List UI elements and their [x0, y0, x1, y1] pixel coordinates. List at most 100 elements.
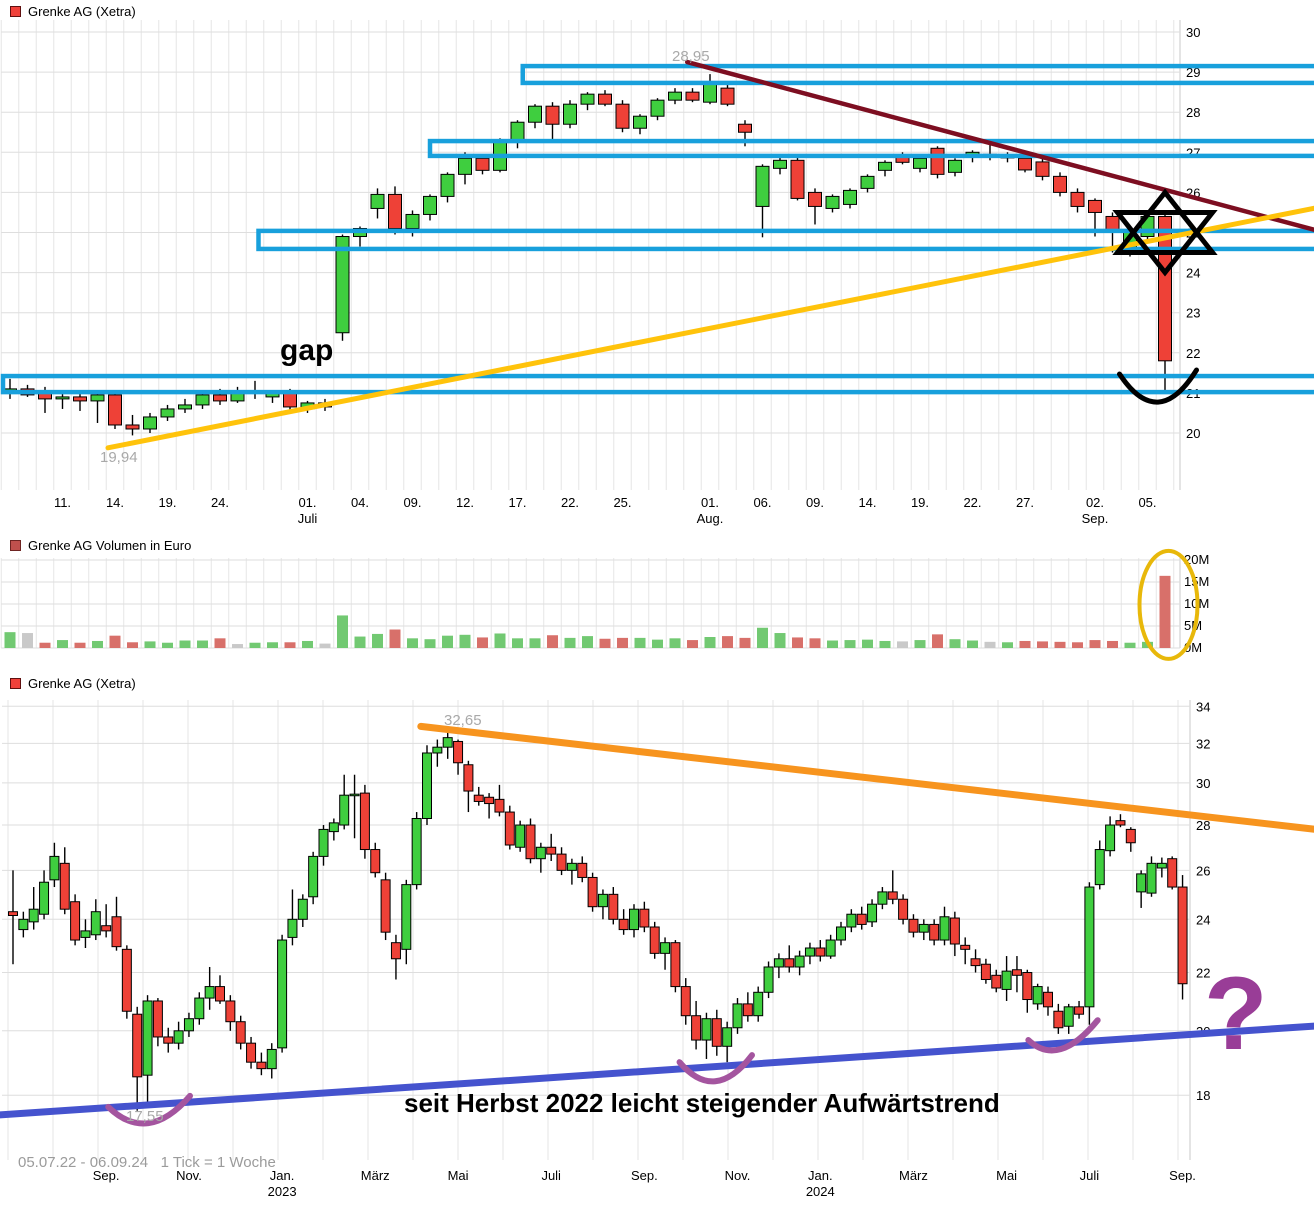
volume-bar: [512, 638, 523, 648]
candle-body: [919, 924, 928, 932]
weekly-x-tick: Jan.: [808, 1168, 833, 1183]
daily-x-tick: 04.: [351, 495, 369, 510]
candle-body: [143, 1001, 152, 1075]
candle-body: [609, 894, 618, 919]
candle-body: [196, 395, 209, 405]
volume-bar: [670, 638, 681, 648]
daily-candles: [4, 74, 1172, 435]
candle-body: [1054, 176, 1067, 192]
candle-body: [1085, 887, 1094, 1007]
volume-bar: [950, 639, 961, 648]
volume-bar: [600, 639, 611, 648]
volume-bar: [372, 634, 383, 648]
candle-body: [267, 1049, 276, 1068]
candle-body: [669, 92, 682, 100]
candle-body: [857, 914, 866, 924]
candle-body: [616, 104, 629, 128]
volume-bar: [635, 638, 646, 648]
daily-x-tick: 22.: [561, 495, 579, 510]
candle-body: [712, 1019, 721, 1047]
candle-body: [1106, 825, 1115, 851]
candle-body: [567, 863, 576, 870]
candle-body: [1033, 987, 1042, 1004]
candle-body: [526, 825, 535, 859]
candle-body: [195, 998, 204, 1019]
daily-grid: [1, 20, 1180, 490]
candle-body: [391, 943, 400, 959]
volume-bar: [967, 641, 978, 648]
candle-body: [122, 949, 131, 1011]
candle-body: [1002, 971, 1011, 989]
candle-body: [671, 943, 680, 987]
daily-high-annotation: 28,95: [672, 48, 710, 65]
volume-bar: [5, 632, 16, 648]
candle-body: [721, 88, 734, 104]
daily-x-tick: 05.: [1138, 495, 1156, 510]
candle-body: [459, 158, 472, 174]
candle-body: [547, 847, 556, 854]
volume-bar: [390, 630, 401, 648]
weekly-x-tick: Mai: [996, 1168, 1017, 1183]
candle-body: [1023, 973, 1032, 1000]
volume-bar: [897, 641, 908, 648]
volume-bar: [1055, 642, 1066, 648]
daily-x-tick: 19.: [158, 495, 176, 510]
volume-bar: [355, 637, 366, 648]
candle-body: [102, 926, 111, 931]
volume-bar: [145, 641, 156, 648]
candle-body: [949, 160, 962, 172]
candle-body: [756, 166, 769, 206]
volume-bar: [460, 635, 471, 648]
downtrend-line: [687, 62, 1314, 230]
volume-bar: [1125, 643, 1136, 648]
candle-body: [536, 847, 545, 858]
candle-body: [950, 918, 959, 944]
daily-x-tick: 09.: [806, 495, 824, 510]
candle-body: [640, 909, 649, 927]
candle-body: [754, 992, 763, 1015]
volume-bar: [1107, 641, 1118, 648]
candle-body: [868, 904, 877, 922]
volume-bar: [1020, 641, 1031, 648]
candle-body: [381, 880, 390, 932]
volume-bar: [57, 640, 68, 648]
weekly-panel-title-label: Grenke AG (Xetra): [28, 676, 136, 691]
candle-body: [1071, 192, 1084, 206]
candle-body: [546, 106, 559, 124]
candle-body: [360, 793, 369, 849]
daily-y-tick: 20: [1186, 426, 1200, 441]
daily-x-tick: 02.: [1086, 495, 1104, 510]
volume-bar: [1090, 640, 1101, 648]
volume-bar: [320, 644, 331, 648]
weekly-x-tick: Juli: [541, 1168, 561, 1183]
daily-x-tick: 25.: [613, 495, 631, 510]
candle-body: [914, 158, 927, 168]
daily-y-tick: 24: [1186, 266, 1200, 281]
volume-legend-swatch-icon: [10, 540, 21, 551]
volume-bar: [285, 642, 296, 648]
volume-bar: [425, 639, 436, 648]
candle-body: [826, 940, 835, 956]
daily-price-chart: 302928272625242322212011.14.19.24.01.Jul…: [1, 20, 1314, 526]
candle-body: [424, 196, 437, 214]
volume-bar: [250, 643, 261, 648]
candle-body: [981, 964, 990, 979]
weekly-y-tick: 32: [1196, 736, 1210, 751]
candle-body: [226, 1001, 235, 1022]
candle-body: [29, 909, 38, 922]
candle-body: [837, 927, 846, 940]
weekly-y-tick: 24: [1196, 912, 1210, 927]
candle-body: [816, 948, 825, 956]
candle-body: [961, 945, 970, 949]
candle-body: [1147, 863, 1156, 893]
volume-bar: [862, 640, 873, 648]
candle-body: [464, 765, 473, 791]
charts-canvas: 302928272625242322212011.14.19.24.01.Jul…: [0, 0, 1314, 1220]
volume-bar: [1002, 642, 1013, 648]
daily-x-tick: 06.: [753, 495, 771, 510]
candle-body: [899, 899, 908, 919]
candle-body: [412, 819, 421, 885]
candle-body: [795, 956, 804, 967]
weekly-legend-swatch-icon: [10, 678, 21, 689]
volume-bar: [40, 643, 51, 648]
